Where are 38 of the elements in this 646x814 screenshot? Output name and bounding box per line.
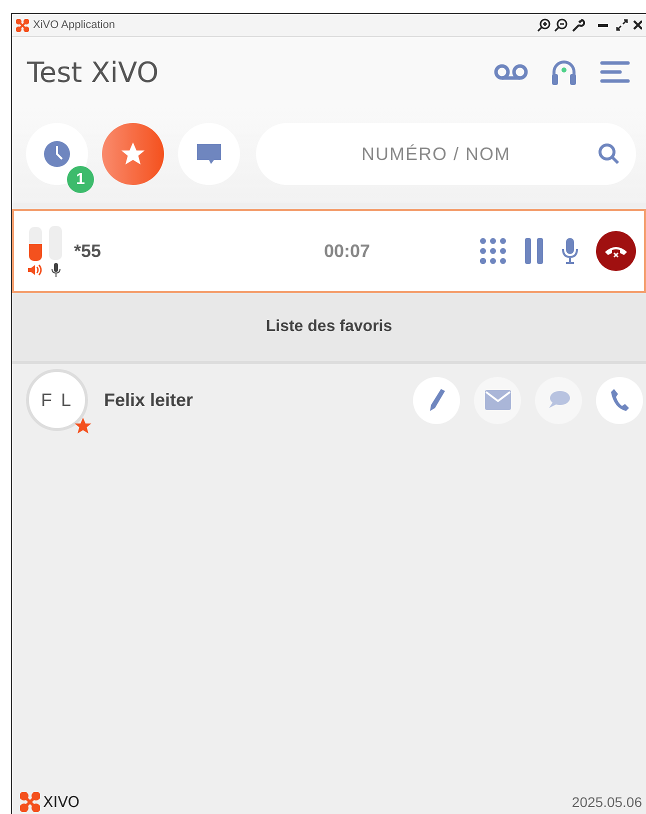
count-badge: 1	[67, 166, 94, 193]
window-title: XiVO Application	[33, 19, 115, 31]
speaker-icon	[27, 264, 43, 276]
xivo-logo-icon	[20, 792, 40, 812]
voicemail-icon[interactable]	[494, 63, 528, 81]
chat-icon	[195, 142, 223, 166]
close-icon[interactable]	[632, 18, 642, 32]
microphone-icon[interactable]	[562, 238, 578, 264]
wrench-icon[interactable]	[571, 18, 585, 32]
hang-up-button[interactable]	[596, 231, 636, 271]
speaker-level-meter	[28, 226, 42, 260]
search-field[interactable]: NUMÉRO / NOM	[256, 123, 636, 185]
menu-icon[interactable]	[600, 60, 630, 84]
zoom-out-icon[interactable]	[554, 18, 568, 32]
version-label: 2025.05.06	[572, 794, 642, 810]
edit-button[interactable]	[413, 376, 460, 424]
favorites-heading: Liste des favoris	[12, 293, 646, 364]
expand-icon[interactable]	[615, 18, 629, 32]
call-duration: 00:07	[324, 240, 372, 262]
clock-icon	[43, 140, 71, 168]
logo-text: XIVO	[43, 793, 80, 811]
avatar-initials: F L	[40, 390, 73, 410]
microphone-icon	[50, 262, 60, 276]
email-button[interactable]	[474, 376, 521, 424]
phone-icon	[610, 388, 630, 412]
chat-icon	[546, 390, 570, 410]
zoom-in-icon[interactable]	[537, 18, 551, 32]
search-icon[interactable]	[598, 143, 620, 165]
call-number: *55	[74, 240, 102, 262]
app-title: Test XiVO	[27, 56, 160, 88]
dialpad-icon[interactable]	[480, 238, 506, 264]
contact-name: Felix leiter	[104, 390, 194, 410]
hang-up-icon	[604, 244, 628, 258]
headset-icon[interactable]	[550, 58, 578, 86]
call-button[interactable]	[596, 376, 643, 424]
pause-icon[interactable]	[524, 238, 544, 264]
app-logo-icon	[16, 18, 29, 32]
envelope-icon	[484, 389, 512, 411]
